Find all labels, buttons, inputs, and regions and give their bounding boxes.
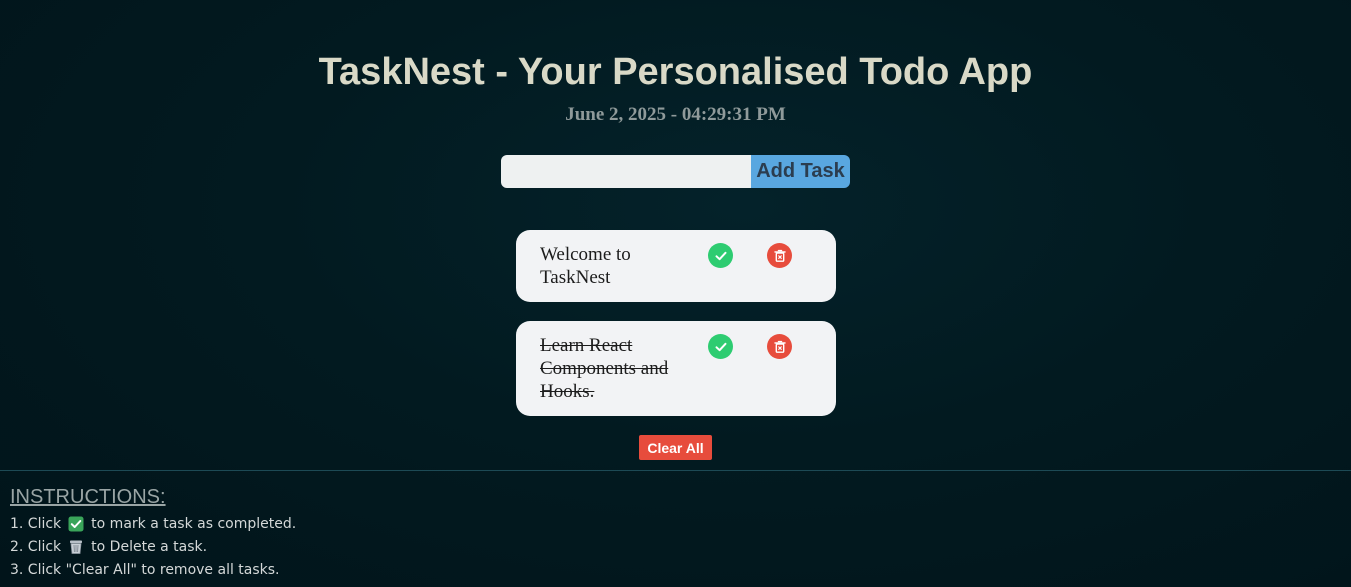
- task-text-completed: Learn React Components and Hooks.: [540, 335, 669, 402]
- add-task-button[interactable]: Add Task: [751, 155, 850, 188]
- check-mark-icon: [68, 516, 84, 532]
- page-title: TaskNest - Your Personalised Todo App: [318, 51, 1033, 93]
- delete-task-button[interactable]: [767, 243, 792, 268]
- instruction-text: to mark a task as completed.: [91, 516, 297, 532]
- instruction-line-delete: 2. Click to Delete a task.: [10, 538, 207, 556]
- trash-icon: [773, 249, 786, 262]
- task-item: Welcome to TaskNest: [516, 230, 836, 302]
- task-item: Learn React Components and Hooks.: [516, 321, 836, 416]
- current-datetime: June 2, 2025 - 04:29:31 PM: [565, 104, 786, 125]
- trash-icon: [773, 340, 786, 353]
- check-icon: [715, 342, 726, 351]
- add-task-form: Add Task: [501, 155, 850, 188]
- instruction-line-clear: 3. Click "Clear All" to remove all tasks…: [10, 562, 280, 578]
- instruction-text: 1. Click: [10, 516, 62, 532]
- wastebasket-icon: [68, 539, 84, 555]
- instructions-heading: INSTRUCTIONS:: [10, 486, 166, 508]
- task-input[interactable]: [501, 155, 751, 188]
- instruction-text: 2. Click: [10, 539, 62, 555]
- section-divider: [0, 470, 1351, 471]
- delete-task-button[interactable]: [767, 334, 792, 359]
- complete-task-button[interactable]: [708, 243, 733, 268]
- instruction-line-complete: 1. Click to mark a task as completed.: [10, 515, 296, 533]
- complete-task-button[interactable]: [708, 334, 733, 359]
- task-text: Welcome to TaskNest: [540, 244, 631, 288]
- clear-all-button[interactable]: Clear All: [639, 435, 712, 460]
- instruction-text: to Delete a task.: [91, 539, 208, 555]
- check-icon: [715, 251, 726, 260]
